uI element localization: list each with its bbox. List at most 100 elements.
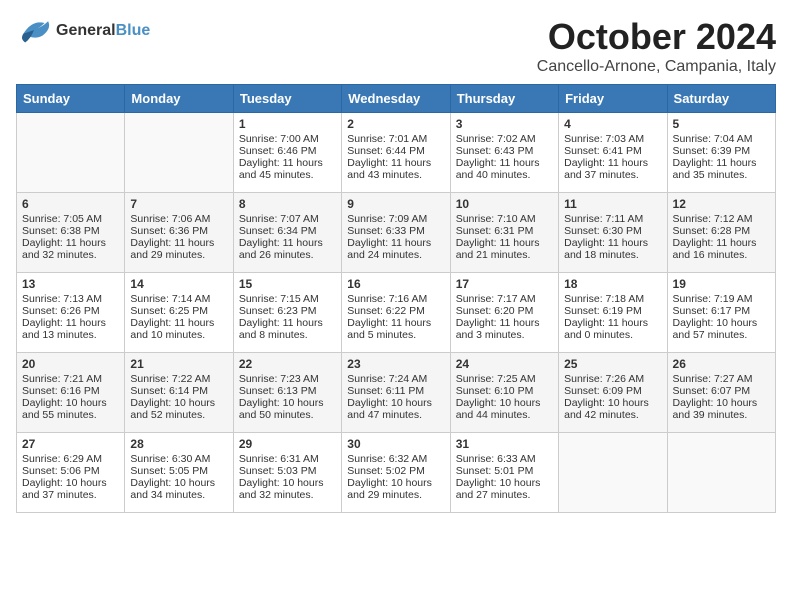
calendar-cell: 14 Sunrise: 7:14 AM Sunset: 6:25 PM Dayl… <box>125 273 233 353</box>
daylight-text: Daylight: 11 hours and 18 minutes. <box>564 237 648 261</box>
day-number: 25 <box>564 357 661 371</box>
daylight-text: Daylight: 11 hours and 0 minutes. <box>564 317 648 341</box>
sunrise-text: Sunrise: 7:17 AM <box>456 293 536 305</box>
sunrise-text: Sunrise: 7:16 AM <box>347 293 427 305</box>
day-number: 14 <box>130 277 227 291</box>
calendar-week-row: 20 Sunrise: 7:21 AM Sunset: 6:16 PM Dayl… <box>17 353 776 433</box>
daylight-text: Daylight: 11 hours and 5 minutes. <box>347 317 431 341</box>
sunrise-text: Sunrise: 6:31 AM <box>239 453 319 465</box>
day-number: 23 <box>347 357 444 371</box>
calendar-cell: 5 Sunrise: 7:04 AM Sunset: 6:39 PM Dayli… <box>667 113 775 193</box>
sunset-text: Sunset: 6:28 PM <box>673 225 751 237</box>
sunset-text: Sunset: 6:43 PM <box>456 145 534 157</box>
daylight-text: Daylight: 10 hours and 42 minutes. <box>564 397 649 421</box>
calendar-cell: 3 Sunrise: 7:02 AM Sunset: 6:43 PM Dayli… <box>450 113 558 193</box>
calendar-cell: 20 Sunrise: 7:21 AM Sunset: 6:16 PM Dayl… <box>17 353 125 433</box>
daylight-text: Daylight: 10 hours and 32 minutes. <box>239 477 324 501</box>
day-number: 8 <box>239 197 336 211</box>
daylight-text: Daylight: 11 hours and 45 minutes. <box>239 157 323 181</box>
sunset-text: Sunset: 5:06 PM <box>22 465 100 477</box>
daylight-text: Daylight: 10 hours and 50 minutes. <box>239 397 324 421</box>
calendar-cell: 21 Sunrise: 7:22 AM Sunset: 6:14 PM Dayl… <box>125 353 233 433</box>
title-block: October 2024 Cancello-Arnone, Campania, … <box>537 16 776 76</box>
sunrise-text: Sunrise: 7:03 AM <box>564 133 644 145</box>
day-number: 13 <box>22 277 119 291</box>
sunset-text: Sunset: 6:07 PM <box>673 385 751 397</box>
day-number: 24 <box>456 357 553 371</box>
sunset-text: Sunset: 5:01 PM <box>456 465 534 477</box>
day-number: 31 <box>456 437 553 451</box>
logo-text: GeneralBlue <box>56 22 150 40</box>
calendar-cell: 17 Sunrise: 7:17 AM Sunset: 6:20 PM Dayl… <box>450 273 558 353</box>
day-number: 10 <box>456 197 553 211</box>
day-number: 30 <box>347 437 444 451</box>
calendar-cell: 2 Sunrise: 7:01 AM Sunset: 6:44 PM Dayli… <box>342 113 450 193</box>
daylight-text: Daylight: 10 hours and 52 minutes. <box>130 397 215 421</box>
day-number: 28 <box>130 437 227 451</box>
daylight-text: Daylight: 11 hours and 24 minutes. <box>347 237 431 261</box>
day-number: 16 <box>347 277 444 291</box>
calendar-cell: 28 Sunrise: 6:30 AM Sunset: 5:05 PM Dayl… <box>125 433 233 513</box>
sunrise-text: Sunrise: 7:24 AM <box>347 373 427 385</box>
sunset-text: Sunset: 6:17 PM <box>673 305 751 317</box>
sunrise-text: Sunrise: 7:13 AM <box>22 293 102 305</box>
calendar-cell: 10 Sunrise: 7:10 AM Sunset: 6:31 PM Dayl… <box>450 193 558 273</box>
sunrise-text: Sunrise: 7:19 AM <box>673 293 753 305</box>
daylight-text: Daylight: 11 hours and 29 minutes. <box>130 237 214 261</box>
calendar-cell: 16 Sunrise: 7:16 AM Sunset: 6:22 PM Dayl… <box>342 273 450 353</box>
day-number: 7 <box>130 197 227 211</box>
calendar-cell: 19 Sunrise: 7:19 AM Sunset: 6:17 PM Dayl… <box>667 273 775 353</box>
calendar-cell: 4 Sunrise: 7:03 AM Sunset: 6:41 PM Dayli… <box>559 113 667 193</box>
daylight-text: Daylight: 10 hours and 57 minutes. <box>673 317 758 341</box>
daylight-text: Daylight: 11 hours and 16 minutes. <box>673 237 757 261</box>
day-header-wednesday: Wednesday <box>342 85 450 113</box>
sunset-text: Sunset: 6:38 PM <box>22 225 100 237</box>
sunset-text: Sunset: 6:33 PM <box>347 225 425 237</box>
day-header-friday: Friday <box>559 85 667 113</box>
calendar-cell: 13 Sunrise: 7:13 AM Sunset: 6:26 PM Dayl… <box>17 273 125 353</box>
day-number: 18 <box>564 277 661 291</box>
sunrise-text: Sunrise: 7:21 AM <box>22 373 102 385</box>
sunset-text: Sunset: 5:02 PM <box>347 465 425 477</box>
calendar-subtitle: Cancello-Arnone, Campania, Italy <box>537 58 776 76</box>
day-number: 21 <box>130 357 227 371</box>
day-header-thursday: Thursday <box>450 85 558 113</box>
sunset-text: Sunset: 6:30 PM <box>564 225 642 237</box>
sunset-text: Sunset: 5:03 PM <box>239 465 317 477</box>
calendar-cell <box>125 113 233 193</box>
logo-icon <box>16 16 52 46</box>
calendar-week-row: 13 Sunrise: 7:13 AM Sunset: 6:26 PM Dayl… <box>17 273 776 353</box>
sunrise-text: Sunrise: 7:11 AM <box>564 213 643 225</box>
day-header-tuesday: Tuesday <box>233 85 341 113</box>
sunrise-text: Sunrise: 7:09 AM <box>347 213 427 225</box>
day-header-monday: Monday <box>125 85 233 113</box>
sunset-text: Sunset: 6:22 PM <box>347 305 425 317</box>
sunrise-text: Sunrise: 7:23 AM <box>239 373 319 385</box>
calendar-cell: 11 Sunrise: 7:11 AM Sunset: 6:30 PM Dayl… <box>559 193 667 273</box>
daylight-text: Daylight: 11 hours and 26 minutes. <box>239 237 323 261</box>
calendar-cell: 25 Sunrise: 7:26 AM Sunset: 6:09 PM Dayl… <box>559 353 667 433</box>
day-number: 11 <box>564 197 661 211</box>
sunset-text: Sunset: 6:41 PM <box>564 145 642 157</box>
sunset-text: Sunset: 6:46 PM <box>239 145 317 157</box>
calendar-table: SundayMondayTuesdayWednesdayThursdayFrid… <box>16 84 776 513</box>
sunrise-text: Sunrise: 7:18 AM <box>564 293 644 305</box>
calendar-cell: 1 Sunrise: 7:00 AM Sunset: 6:46 PM Dayli… <box>233 113 341 193</box>
page-header: GeneralBlue October 2024 Cancello-Arnone… <box>16 16 776 76</box>
daylight-text: Daylight: 10 hours and 29 minutes. <box>347 477 432 501</box>
day-number: 4 <box>564 117 661 131</box>
calendar-cell <box>667 433 775 513</box>
day-number: 15 <box>239 277 336 291</box>
daylight-text: Daylight: 11 hours and 35 minutes. <box>673 157 757 181</box>
sunset-text: Sunset: 6:26 PM <box>22 305 100 317</box>
calendar-cell: 23 Sunrise: 7:24 AM Sunset: 6:11 PM Dayl… <box>342 353 450 433</box>
day-number: 22 <box>239 357 336 371</box>
calendar-cell: 26 Sunrise: 7:27 AM Sunset: 6:07 PM Dayl… <box>667 353 775 433</box>
calendar-cell: 29 Sunrise: 6:31 AM Sunset: 5:03 PM Dayl… <box>233 433 341 513</box>
day-number: 2 <box>347 117 444 131</box>
daylight-text: Daylight: 11 hours and 13 minutes. <box>22 317 106 341</box>
calendar-week-row: 27 Sunrise: 6:29 AM Sunset: 5:06 PM Dayl… <box>17 433 776 513</box>
logo: GeneralBlue <box>16 16 150 46</box>
daylight-text: Daylight: 11 hours and 3 minutes. <box>456 317 540 341</box>
day-number: 3 <box>456 117 553 131</box>
